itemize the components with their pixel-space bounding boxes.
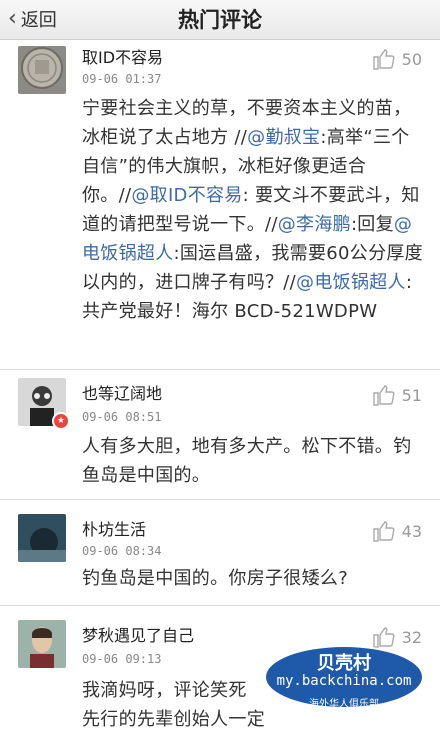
watermark-subtitle: 海外华人俱乐部 <box>309 699 379 710</box>
avatar[interactable] <box>18 514 66 562</box>
thumbs-up-icon <box>372 385 395 406</box>
like-count: 50 <box>401 49 422 69</box>
watermark-title: 贝壳村 <box>317 653 371 674</box>
verified-badge-icon: ★ <box>52 412 70 430</box>
landscape-avatar-icon <box>18 514 66 562</box>
timestamp: 09-06 08:34 <box>82 544 162 558</box>
username[interactable]: 朴坊生活 <box>82 516 146 540</box>
comment-body: 钓鱼岛是中国的。你房子很矮么? <box>82 564 427 593</box>
comment-item: 朴坊生活 09-06 08:34 43 钓鱼岛是中国的。你房子很矮么? <box>0 500 440 606</box>
like-count: 51 <box>401 385 422 405</box>
mention-link[interactable]: @李海鹏 <box>278 214 351 235</box>
avatar[interactable] <box>18 620 66 668</box>
comment-text: :回复 <box>350 214 394 235</box>
timestamp: 09-06 09:13 <box>82 652 162 666</box>
like-button[interactable]: 50 <box>372 48 422 70</box>
comment-text: 我滴妈呀，评论笑死 <box>82 680 247 701</box>
timestamp: 09-06 08:51 <box>82 410 162 424</box>
username[interactable]: 取ID不容易 <box>82 44 163 68</box>
mention-link[interactable]: @勤叔宝 <box>247 127 320 148</box>
comment-body: 宁要社会主义的草，不要资本主义的苗，冰柜说了太占地方 //@勤叔宝:高举“三个自… <box>82 94 427 326</box>
comment-item: 取ID不容易 09-06 01:37 50 宁要社会主义的草，不要资本主义的苗，… <box>0 40 440 370</box>
username[interactable]: 梦秋遇见了自己 <box>82 622 194 646</box>
thumbs-up-icon <box>372 49 395 70</box>
like-count: 43 <box>401 521 422 541</box>
thumbs-up-icon <box>372 521 395 542</box>
avatar[interactable] <box>18 46 66 94</box>
comment-item: ★ 也等辽阔地 09-06 08:51 51 人有多大胆，地有多大产。松下不错。… <box>0 370 440 500</box>
top-nav-bar: ‹ 返回 热门评论 <box>0 0 440 40</box>
coin-avatar-icon <box>18 46 66 94</box>
like-button[interactable]: 51 <box>372 384 422 406</box>
page-title: 热门评论 <box>178 8 262 32</box>
mention-link[interactable]: @取ID不容易 <box>131 185 242 206</box>
comment-body: 人有多大胆，地有多大产。松下不错。钓鱼岛是中国的。 <box>82 432 427 490</box>
comment-text: 人有多大胆，地有多大产。松下不错。钓鱼岛是中国的。 <box>82 436 412 486</box>
comment-text: 先行的先辈创始人一定 <box>82 709 265 730</box>
watermark-url: my.backchina.com <box>276 673 412 689</box>
mention-link[interactable]: @电饭锅超人 <box>296 272 406 293</box>
comment-text: 钓鱼岛是中国的。你房子很矮么? <box>82 568 349 589</box>
timestamp: 09-06 01:37 <box>82 72 162 86</box>
username[interactable]: 也等辽阔地 <box>82 380 162 404</box>
portrait-avatar-icon <box>18 620 66 668</box>
like-button[interactable]: 43 <box>372 520 422 542</box>
site-watermark-logo: 贝壳村 my.backchina.com 海外华人俱乐部 <box>256 645 432 721</box>
like-count: 32 <box>401 627 422 647</box>
